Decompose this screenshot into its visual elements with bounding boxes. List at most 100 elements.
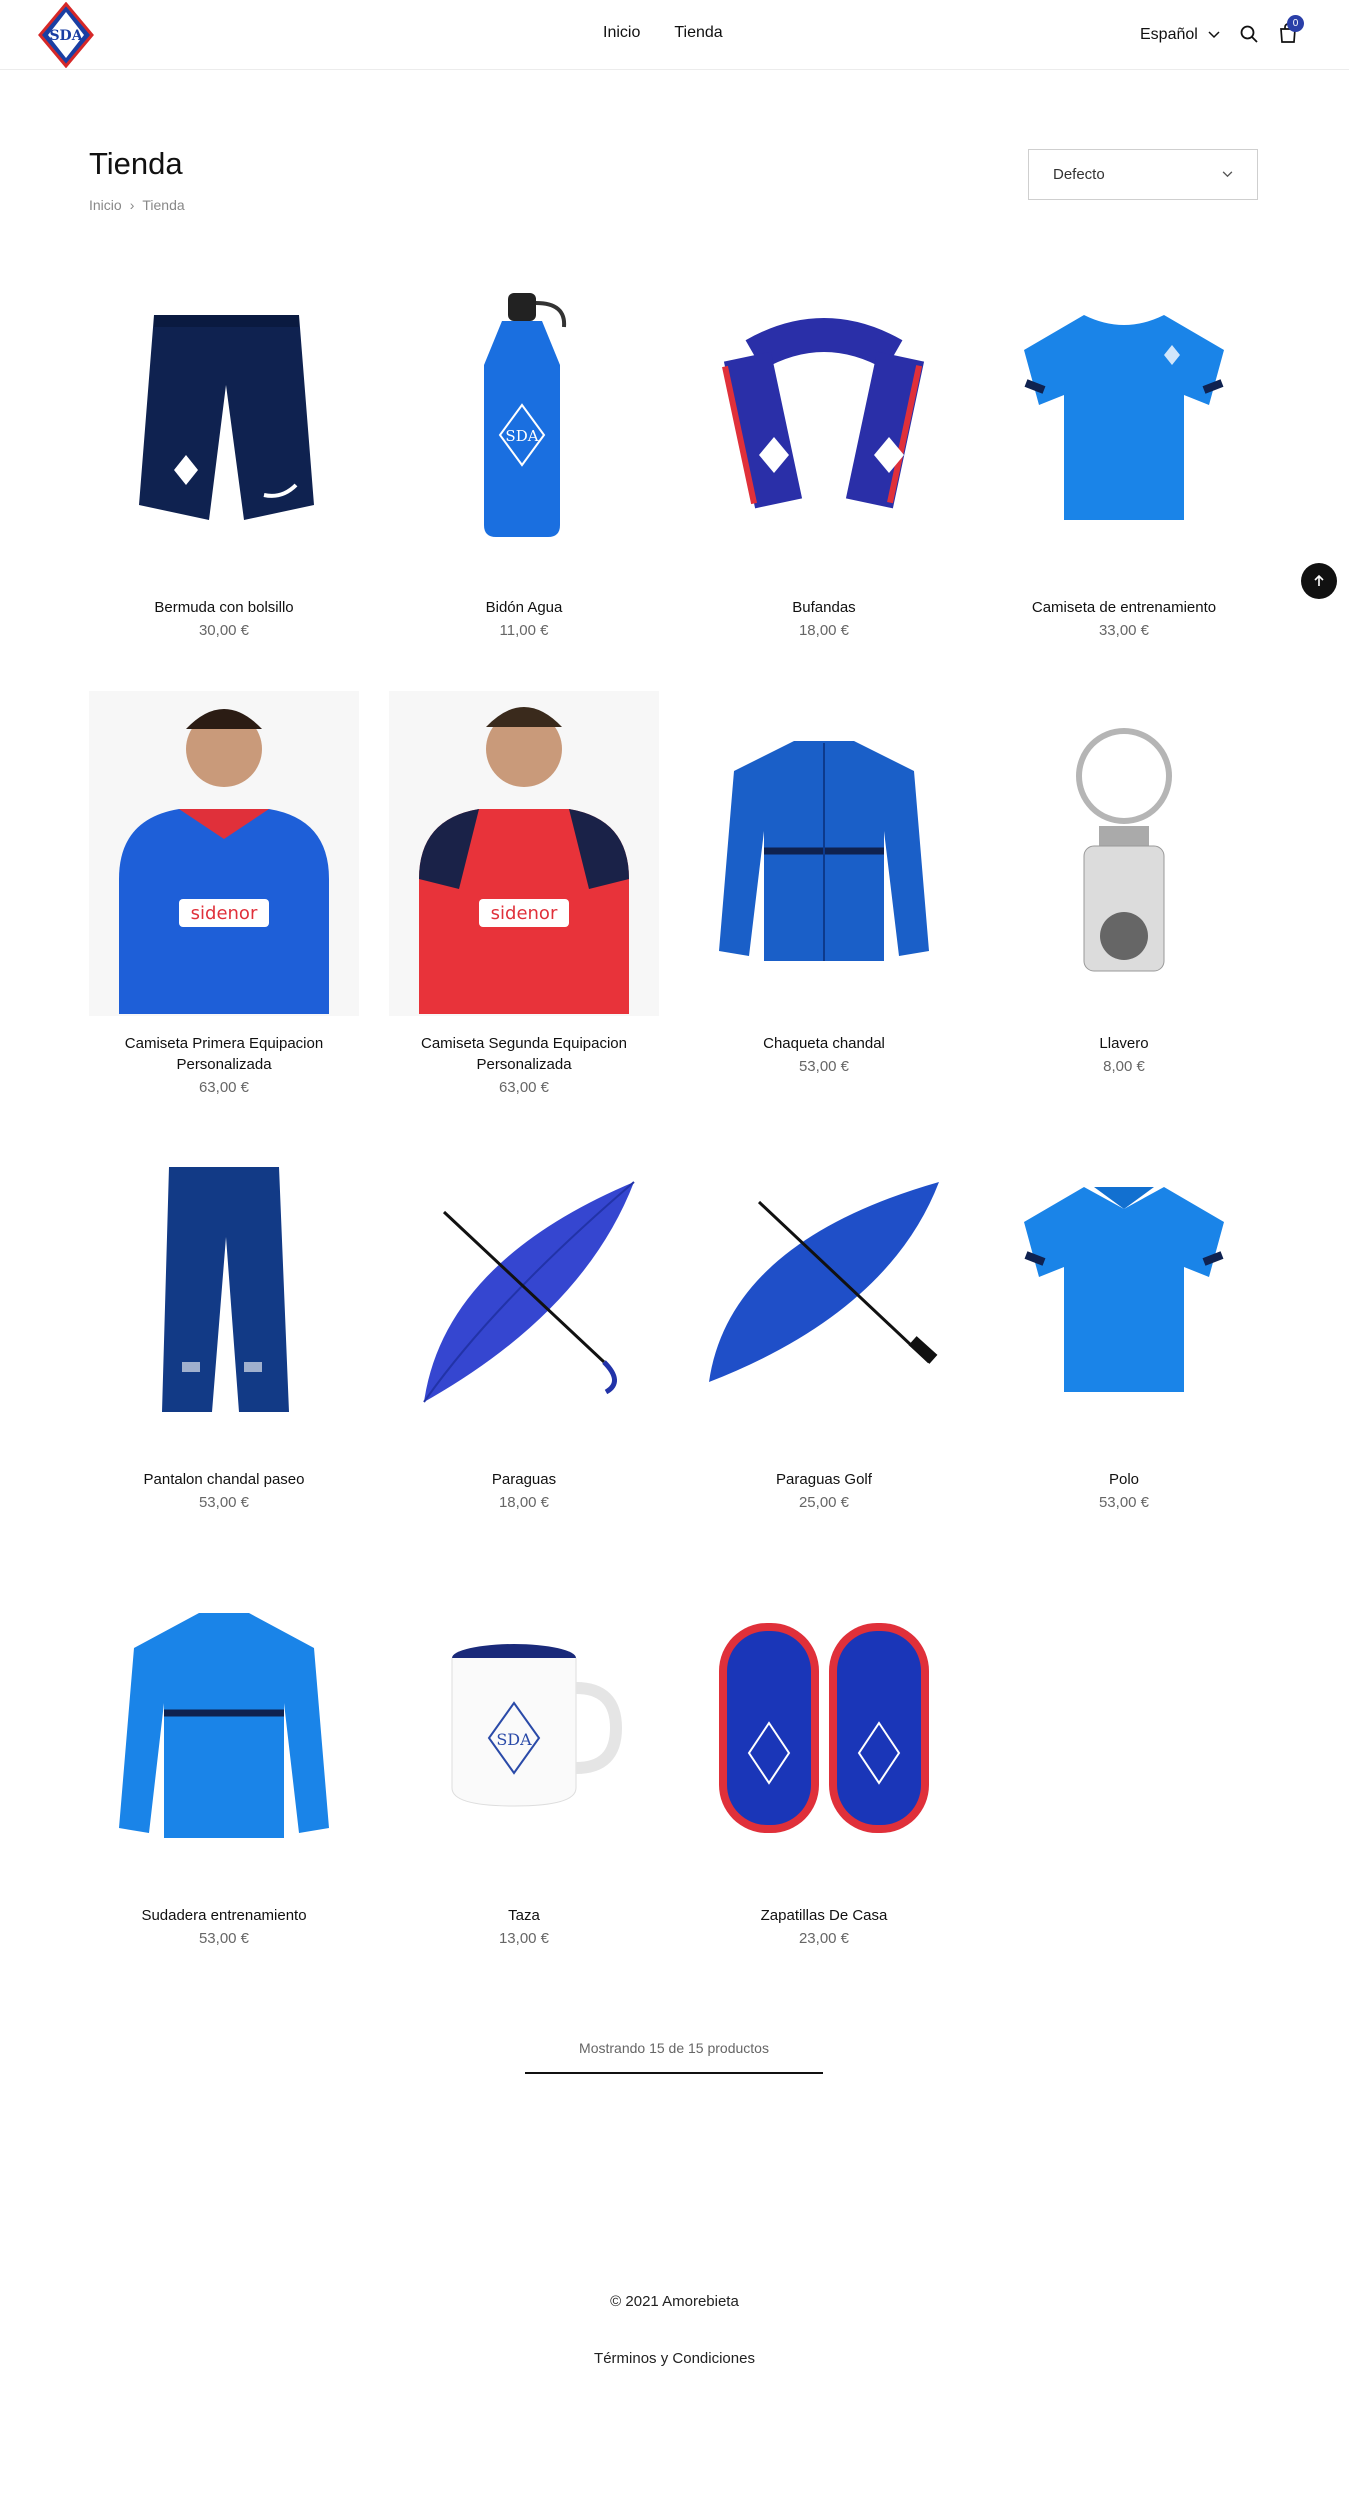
language-selector[interactable]: Español	[1140, 26, 1220, 44]
product-name[interactable]: Pantalon chandal paseo	[89, 1469, 359, 1490]
product-card[interactable]: SDA Taza 13,00 €	[389, 1563, 659, 1999]
product-card[interactable]: Chaqueta chandal 53,00 €	[689, 691, 959, 1127]
product-image[interactable]	[689, 691, 959, 1016]
arrow-up-icon	[1314, 574, 1324, 586]
chevron-down-icon	[1222, 171, 1233, 178]
product-price: 53,00 €	[198, 1930, 250, 1947]
nav-inicio[interactable]: Inicio	[603, 24, 640, 42]
shorts-icon	[114, 295, 334, 540]
product-card[interactable]: sidenor Camiseta Segunda Equipacion Perso…	[389, 691, 659, 1127]
chevron-down-icon	[1208, 31, 1220, 39]
product-name[interactable]: Sudadera entrenamiento	[89, 1905, 359, 1926]
umbrella-icon	[404, 1162, 644, 1417]
product-card[interactable]: Llavero 8,00 €	[989, 691, 1259, 1127]
product-price: 8,00 €	[1103, 1058, 1145, 1075]
product-card[interactable]: Pantalon chandal paseo 53,00 €	[89, 1127, 359, 1563]
product-price: 25,00 €	[798, 1494, 850, 1511]
product-price: 13,00 €	[498, 1930, 550, 1947]
nav-tienda[interactable]: Tienda	[674, 24, 722, 42]
footer-copyright: © 2021 Amorebieta	[610, 2293, 739, 2310]
product-price: 63,00 €	[198, 1079, 250, 1096]
product-image[interactable]: sidenor	[389, 691, 659, 1016]
product-card[interactable]: Bermuda con bolsillo 30,00 €	[89, 255, 359, 691]
product-image[interactable]	[989, 255, 1259, 580]
product-price: 53,00 €	[198, 1494, 250, 1511]
club-logo[interactable]: SDA	[38, 1, 94, 69]
product-price: 11,00 €	[499, 622, 549, 639]
polo-icon	[1014, 1167, 1234, 1412]
product-card[interactable]: Paraguas 18,00 €	[389, 1127, 659, 1563]
product-price: 53,00 €	[798, 1058, 850, 1075]
product-image[interactable]: sidenor	[89, 691, 359, 1016]
product-name[interactable]: Taza	[389, 1905, 659, 1926]
product-image[interactable]	[89, 1127, 359, 1452]
product-name[interactable]: Chaqueta chandal	[689, 1033, 959, 1054]
product-name[interactable]: Camiseta Segunda Equipacion Personalizad…	[389, 1033, 659, 1075]
product-card[interactable]: Camiseta de entrenamiento 33,00 €	[989, 255, 1259, 691]
player-blue-icon: sidenor	[89, 691, 359, 1016]
product-card[interactable]: Zapatillas De Casa 23,00 €	[689, 1563, 959, 1999]
search-icon[interactable]	[1239, 24, 1259, 44]
product-price: 23,00 €	[798, 1930, 850, 1947]
product-price: 53,00 €	[1098, 1494, 1150, 1511]
product-image[interactable]: SDA	[389, 1563, 659, 1888]
bottle-icon: SDA	[464, 285, 584, 550]
product-name[interactable]: Bidón Agua	[389, 597, 659, 618]
product-name[interactable]: Bufandas	[689, 597, 959, 618]
svg-text:sidenor: sidenor	[191, 903, 258, 924]
product-image[interactable]	[89, 1563, 359, 1888]
breadcrumb-inicio[interactable]: Inicio	[89, 197, 122, 213]
product-name[interactable]: Camiseta Primera Equipacion Personalizad…	[89, 1033, 359, 1075]
sweatshirt-icon	[114, 1593, 334, 1858]
slippers-icon	[704, 1603, 944, 1848]
chevron-right-icon: ›	[129, 197, 135, 213]
product-price: 18,00 €	[498, 1494, 550, 1511]
keychain-icon	[1054, 721, 1194, 986]
cart-count-badge: 0	[1287, 15, 1304, 32]
sort-value: Defecto	[1053, 166, 1105, 183]
product-name[interactable]: Zapatillas De Casa	[689, 1905, 959, 1926]
product-name[interactable]: Paraguas	[389, 1469, 659, 1490]
product-price: 33,00 €	[1098, 622, 1150, 639]
product-card[interactable]: sidenor Camiseta Primera Equipacion Perso…	[89, 691, 359, 1127]
mug-icon: SDA	[424, 1628, 624, 1823]
sort-select[interactable]: Defecto	[1028, 149, 1258, 200]
product-price: 18,00 €	[798, 622, 850, 639]
product-image[interactable]	[989, 1127, 1259, 1452]
breadcrumb-current: Tienda	[142, 197, 185, 213]
product-name[interactable]: Bermuda con bolsillo	[89, 597, 359, 618]
product-card[interactable]: SDA Bidón Agua 11,00 €	[389, 255, 659, 691]
product-image[interactable]: SDA	[389, 255, 659, 580]
result-count: Mostrando 15 de 15 productos	[525, 2040, 823, 2074]
product-name[interactable]: Polo	[989, 1469, 1259, 1490]
pants-icon	[144, 1157, 304, 1422]
product-name[interactable]: Llavero	[989, 1033, 1259, 1054]
product-name[interactable]: Paraguas Golf	[689, 1469, 959, 1490]
product-image[interactable]	[689, 1127, 959, 1452]
product-price: 63,00 €	[498, 1079, 550, 1096]
tshirt-icon	[1014, 295, 1234, 540]
svg-text:SDA: SDA	[505, 427, 538, 445]
product-card[interactable]: Sudadera entrenamiento 53,00 €	[89, 1563, 359, 1999]
product-price: 30,00 €	[198, 622, 250, 639]
product-image[interactable]	[989, 691, 1259, 1016]
breadcrumb: Inicio › Tienda	[89, 197, 185, 213]
product-image[interactable]	[689, 255, 959, 580]
scarf-icon	[714, 305, 934, 530]
umbrella-golf-icon	[699, 1162, 949, 1417]
product-card[interactable]: Polo 53,00 €	[989, 1127, 1259, 1563]
product-card[interactable]: Paraguas Golf 25,00 €	[689, 1127, 959, 1563]
product-name[interactable]: Camiseta de entrenamiento	[989, 597, 1259, 618]
product-image[interactable]	[689, 1563, 959, 1888]
svg-text:SDA: SDA	[496, 1730, 532, 1749]
terms-link[interactable]: Términos y Condiciones	[0, 2350, 1349, 2367]
product-image[interactable]	[89, 255, 359, 580]
main-nav: Inicio Tienda	[603, 24, 723, 42]
svg-text:sidenor: sidenor	[491, 903, 558, 924]
product-image[interactable]	[389, 1127, 659, 1452]
player-red-icon: sidenor	[389, 691, 659, 1016]
svg-text:SDA: SDA	[49, 28, 83, 44]
page-title: Tienda	[89, 146, 183, 181]
back-to-top-button[interactable]	[1301, 563, 1337, 599]
product-card[interactable]: Bufandas 18,00 €	[689, 255, 959, 691]
